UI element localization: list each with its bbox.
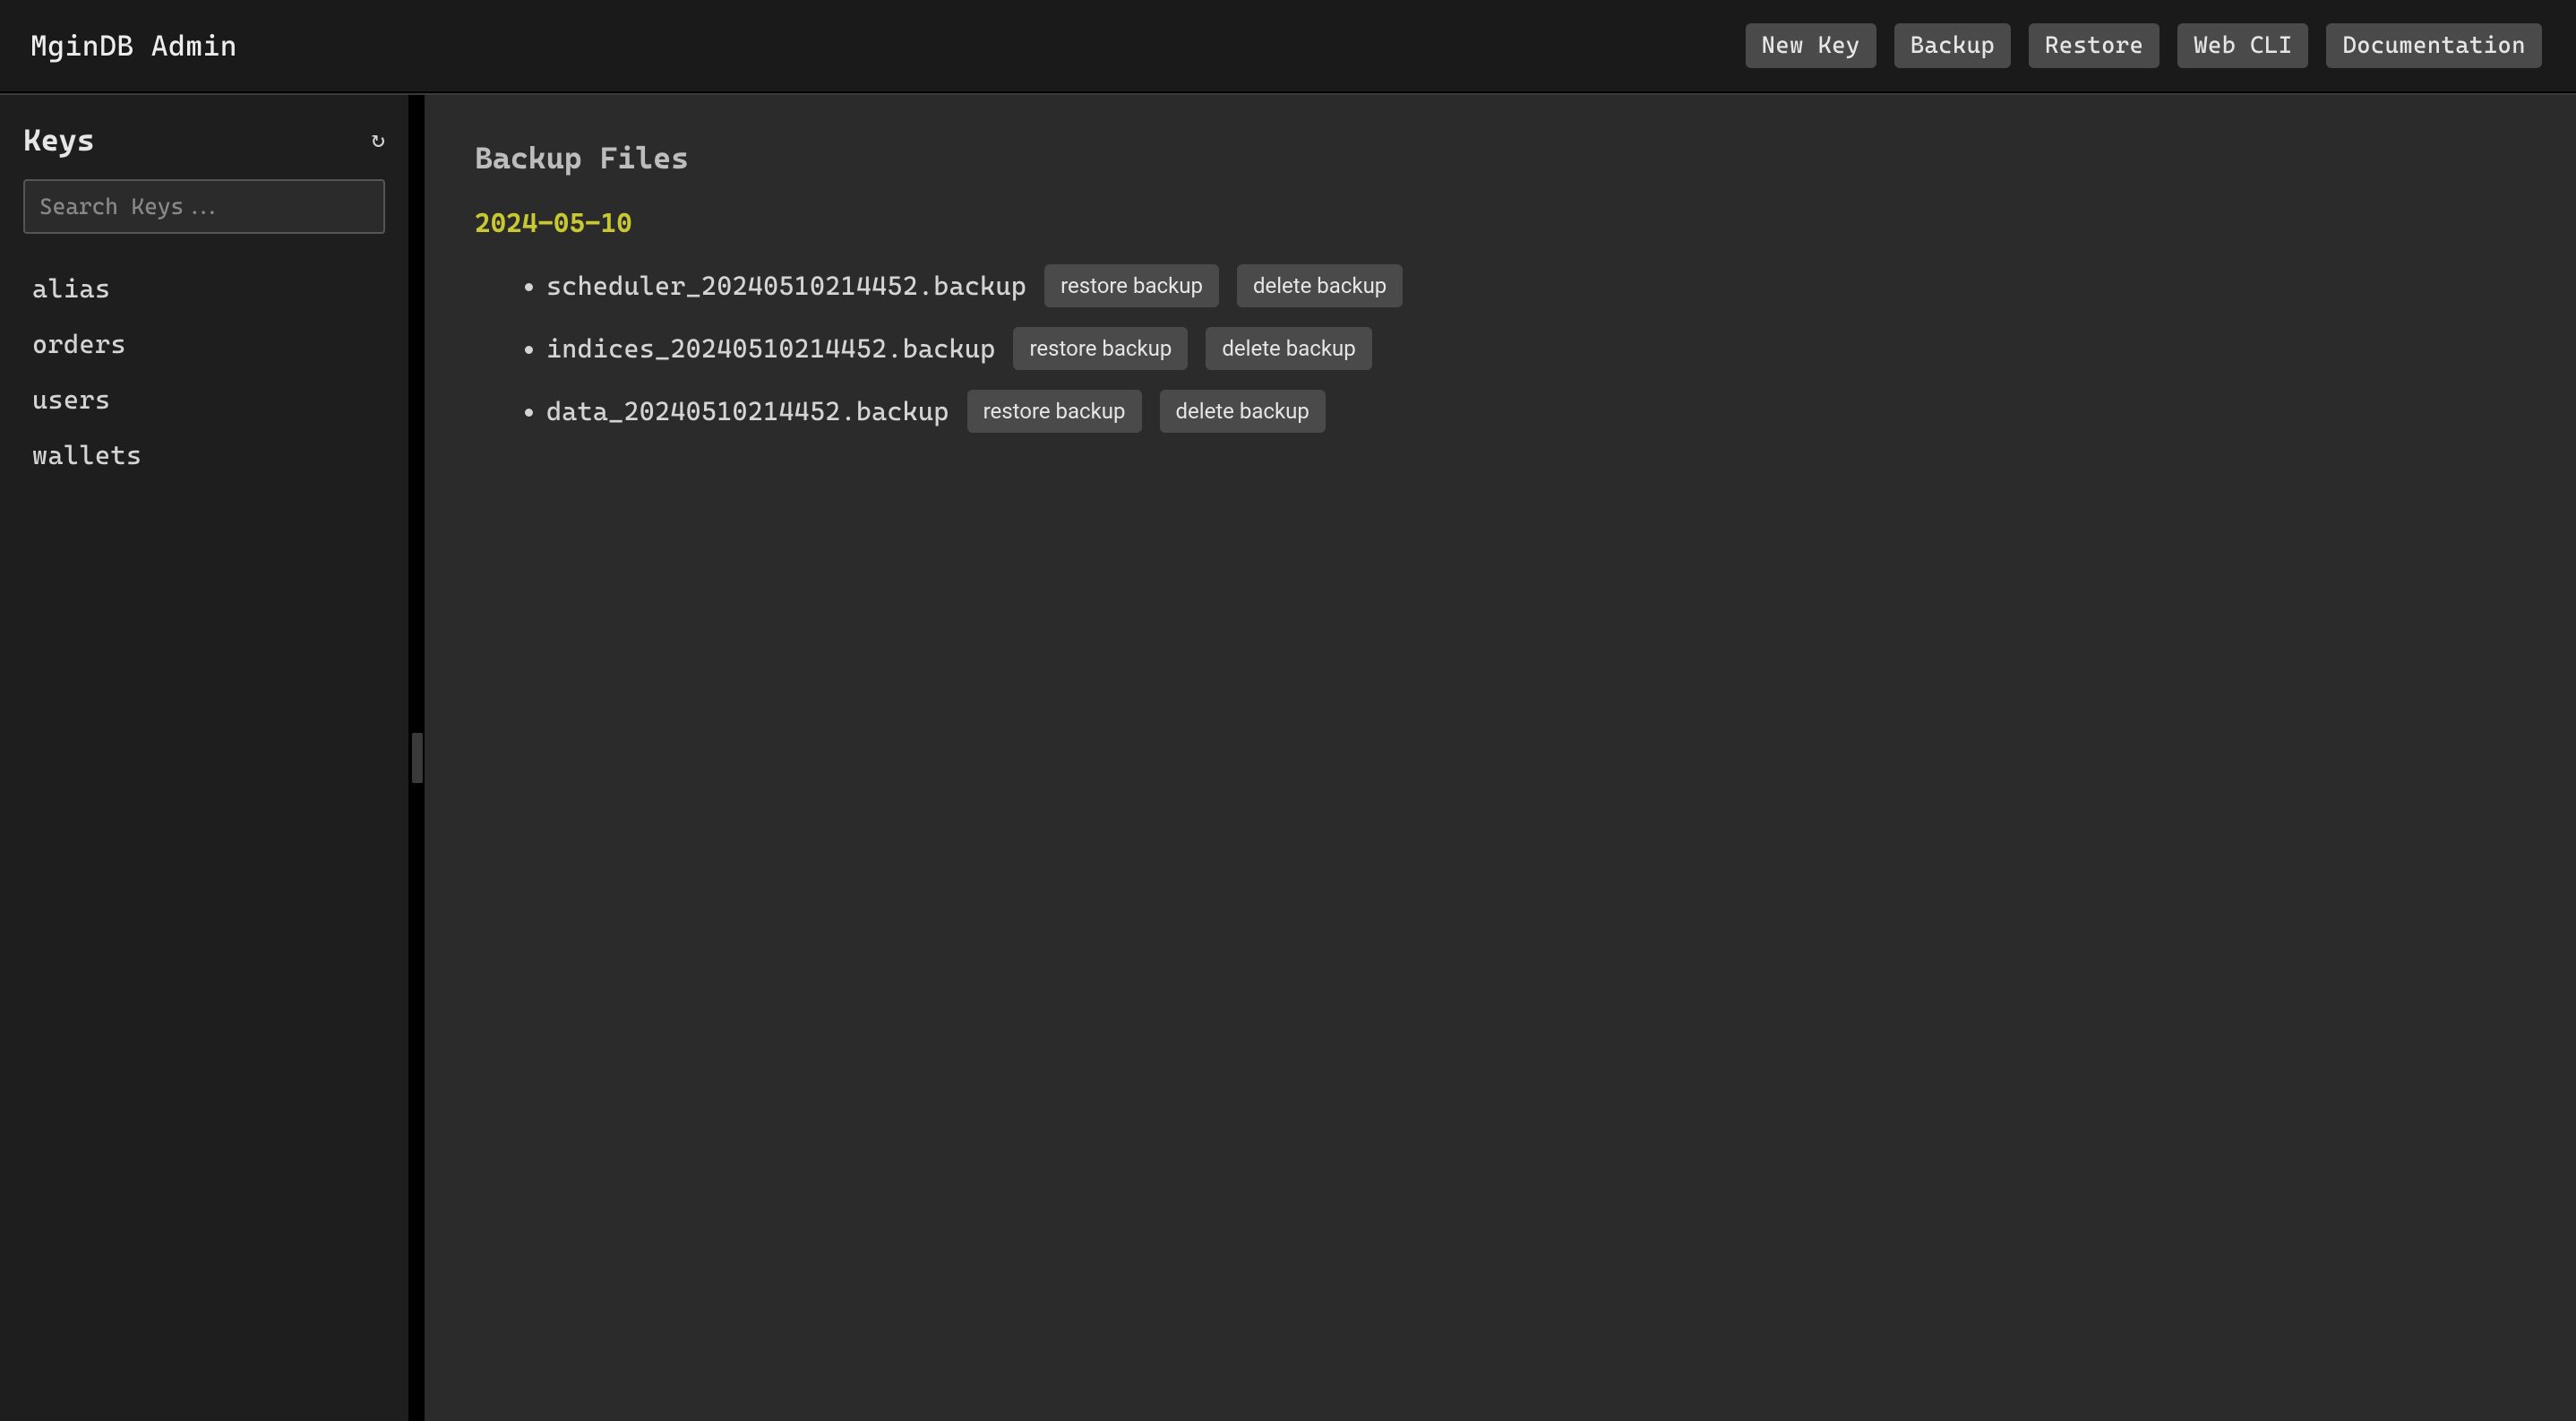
page-title: Backup Files <box>475 140 2526 176</box>
sidebar-title: Keys <box>23 122 95 158</box>
backup-list: scheduler_20240510214452.backup restore … <box>475 264 2526 433</box>
sidebar-item-orders[interactable]: orders <box>23 316 385 372</box>
sidebar-header: Keys ↻ <box>23 122 385 158</box>
sidebar: Keys ↻ alias orders users wallets <box>0 95 410 1421</box>
search-input[interactable] <box>23 179 385 234</box>
backup-file-name: data_20240510214452.backup <box>546 396 949 426</box>
divider-handle-icon[interactable] <box>412 733 423 783</box>
restore-backup-button[interactable]: restore backup <box>1013 327 1188 370</box>
list-item: scheduler_20240510214452.backup restore … <box>546 264 2526 307</box>
app-root: MginDB Admin New Key Backup Restore Web … <box>0 0 2576 1421</box>
topbar: MginDB Admin New Key Backup Restore Web … <box>0 0 2576 93</box>
backup-file-name: scheduler_20240510214452.backup <box>546 271 1026 301</box>
pane-divider[interactable] <box>410 95 425 1421</box>
web-cli-button[interactable]: Web CLI <box>2177 23 2308 68</box>
main-pane: Backup Files 2024-05-10 scheduler_202405… <box>425 95 2576 1421</box>
app-title: MginDB Admin <box>30 29 237 63</box>
restore-backup-button[interactable]: restore backup <box>1044 264 1219 307</box>
restore-backup-button[interactable]: restore backup <box>967 390 1142 433</box>
body-area: Keys ↻ alias orders users wallets Backup… <box>0 93 2576 1421</box>
list-item: indices_20240510214452.backup restore ba… <box>546 327 2526 370</box>
key-list: alias orders users wallets <box>23 261 385 483</box>
delete-backup-button[interactable]: delete backup <box>1206 327 1371 370</box>
topbar-actions: New Key Backup Restore Web CLI Documenta… <box>1746 23 2542 68</box>
backup-button[interactable]: Backup <box>1894 23 2011 68</box>
delete-backup-button[interactable]: delete backup <box>1237 264 1403 307</box>
backup-date: 2024-05-10 <box>475 208 2526 239</box>
refresh-icon[interactable]: ↻ <box>371 126 385 153</box>
backup-file-name: indices_20240510214452.backup <box>546 333 995 364</box>
delete-backup-button[interactable]: delete backup <box>1160 390 1326 433</box>
sidebar-item-users[interactable]: users <box>23 372 385 427</box>
sidebar-item-wallets[interactable]: wallets <box>23 427 385 483</box>
sidebar-item-alias[interactable]: alias <box>23 261 385 316</box>
restore-button[interactable]: Restore <box>2029 23 2160 68</box>
documentation-button[interactable]: Documentation <box>2326 23 2542 68</box>
list-item: data_20240510214452.backup restore backu… <box>546 390 2526 433</box>
new-key-button[interactable]: New Key <box>1746 23 1876 68</box>
